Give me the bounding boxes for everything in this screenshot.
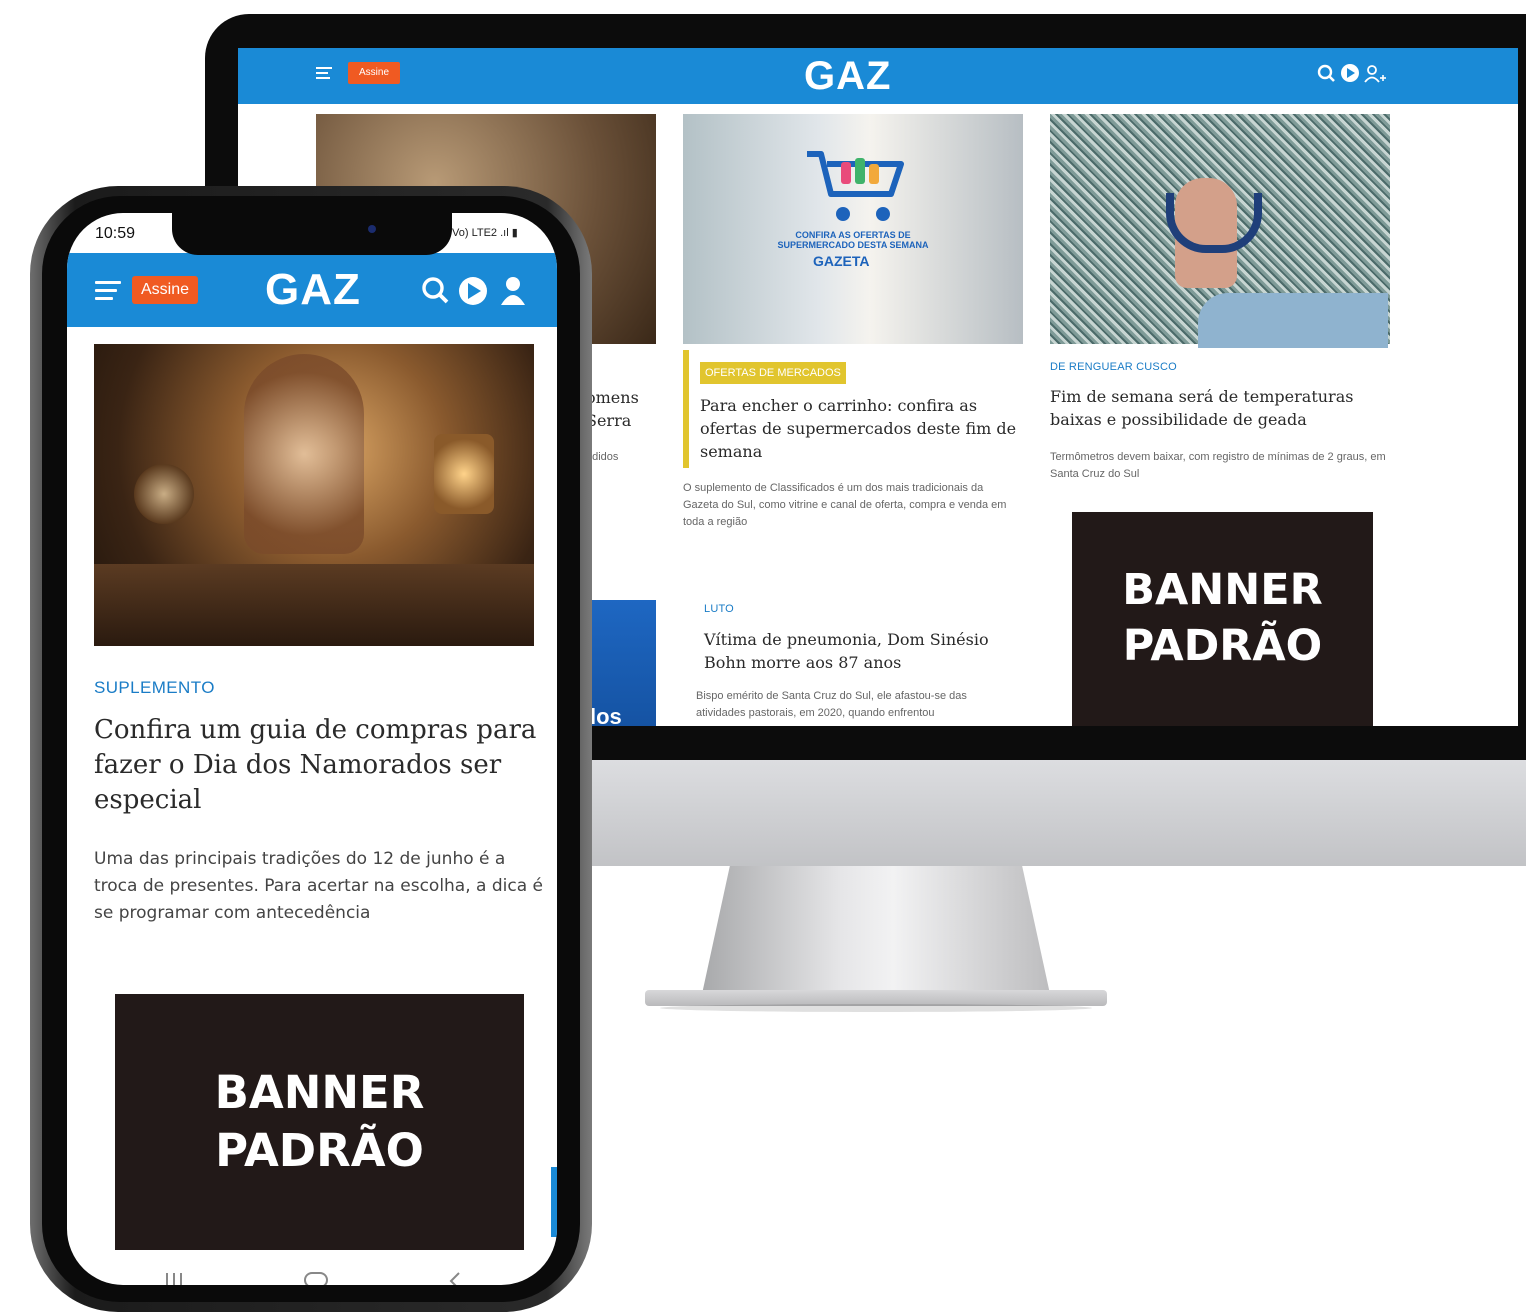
desktop-logo[interactable]: GAZ xyxy=(804,54,891,99)
search-icon[interactable] xyxy=(1317,64,1335,82)
desktop-right-category[interactable]: DE RENGUEAR CUSCO xyxy=(1050,361,1177,373)
mobile-banner-ad[interactable]: BANNER PADRÃO xyxy=(115,994,524,1250)
couple-figure xyxy=(244,354,364,554)
desktop-center-summary: O suplemento de Classificados é um dos m… xyxy=(683,482,1007,528)
desktop-monitor-stand xyxy=(702,866,1050,994)
desktop-right-summary: Termômetros devem baixar, com registro d… xyxy=(1050,451,1386,480)
desktop-center2-category[interactable]: LUTO xyxy=(704,603,734,615)
status-indicators: Vo) LTE2 .ıl ▮ xyxy=(452,227,518,239)
desktop-center2-title[interactable]: Vítima de pneumonia, Dom Sinésio Bohn mo… xyxy=(704,628,1004,674)
desktop-center2-summary: Bispo emérito de Santa Cruz do Sul, ele … xyxy=(696,690,967,719)
mobile-menu-icon[interactable] xyxy=(95,281,121,300)
mobile-scrollbar[interactable] xyxy=(551,1167,557,1237)
desktop-banner-ad[interactable]: BANNER PADRÃO xyxy=(1072,512,1373,726)
desktop-left-ad-text: los xyxy=(590,704,622,726)
desktop-left-title-line2[interactable]: Serra xyxy=(586,409,631,432)
desktop-center-category[interactable]: OFERTAS DE MERCADOS xyxy=(700,362,846,384)
front-camera-icon xyxy=(368,225,376,233)
desktop-monitor-shadow xyxy=(660,1004,1092,1012)
desktop-left-ad-image[interactable]: los xyxy=(586,600,656,726)
desktop-center-card-image[interactable] xyxy=(683,114,1023,344)
mobile-assine-button[interactable]: Assine xyxy=(132,276,198,304)
desktop-banner-line1: BANNER xyxy=(1122,565,1323,615)
desktop-banner-line2: PADRÃO xyxy=(1122,621,1323,671)
mobile-nav-bar xyxy=(166,1272,460,1285)
back-icon[interactable] xyxy=(449,1272,460,1285)
clock xyxy=(134,464,194,524)
desktop-right-title[interactable]: Fim de semana será de temperaturas baixa… xyxy=(1050,385,1390,431)
desktop-right-image-jeans xyxy=(1198,293,1388,348)
play-icon[interactable] xyxy=(459,277,487,305)
user-icon[interactable] xyxy=(501,277,525,305)
recent-apps-icon[interactable] xyxy=(166,1273,182,1285)
mobile-banner-line1: BANNER xyxy=(214,1066,425,1119)
play-icon[interactable] xyxy=(1341,64,1359,82)
mobile-banner-line2: PADRÃO xyxy=(215,1124,424,1177)
mobile-article-lead: Uma das principais tradições do 12 de ju… xyxy=(94,849,543,923)
phone-screen: 10:59 Vo) LTE2 .ıl ▮ Assine GAZ SUPLEMEN… xyxy=(67,213,557,1285)
desktop-menu-icon[interactable] xyxy=(316,67,332,80)
floor-blanket xyxy=(94,564,534,646)
desktop-center-category-bar xyxy=(683,350,689,468)
mobile-article-category[interactable]: SUPLEMENTO xyxy=(94,678,215,698)
mobile-article-title[interactable]: Confira um guia de compras para fazer o … xyxy=(94,713,544,818)
mobile-header: Assine GAZ xyxy=(67,253,557,327)
status-time: 10:59 xyxy=(95,225,136,242)
desktop-assine-button[interactable]: Assine xyxy=(348,62,400,84)
desktop-center-image-overlay-title: CONFIRA AS OFERTAS DE SUPERMERCADO DESTA… xyxy=(777,230,929,250)
desktop-left-title-line1[interactable]: omens xyxy=(586,386,639,409)
user-add-icon[interactable] xyxy=(1364,65,1386,83)
mobile-logo[interactable]: GAZ xyxy=(265,265,361,315)
desktop-center-title[interactable]: Para encher o carrinho: confira as ofert… xyxy=(700,394,1030,463)
mobile-header-icons xyxy=(422,277,525,305)
desktop-center-image-overlay-brand: GAZETA xyxy=(813,253,870,269)
search-icon[interactable] xyxy=(422,277,449,304)
mobile-article-image[interactable] xyxy=(94,344,534,646)
desktop-header: Assine GAZ xyxy=(238,48,1518,104)
phone-notch xyxy=(172,213,452,255)
desktop-header-icons xyxy=(1317,64,1386,83)
lantern xyxy=(434,434,494,514)
home-icon[interactable] xyxy=(304,1272,328,1285)
shopping-cart-icon xyxy=(807,151,904,221)
